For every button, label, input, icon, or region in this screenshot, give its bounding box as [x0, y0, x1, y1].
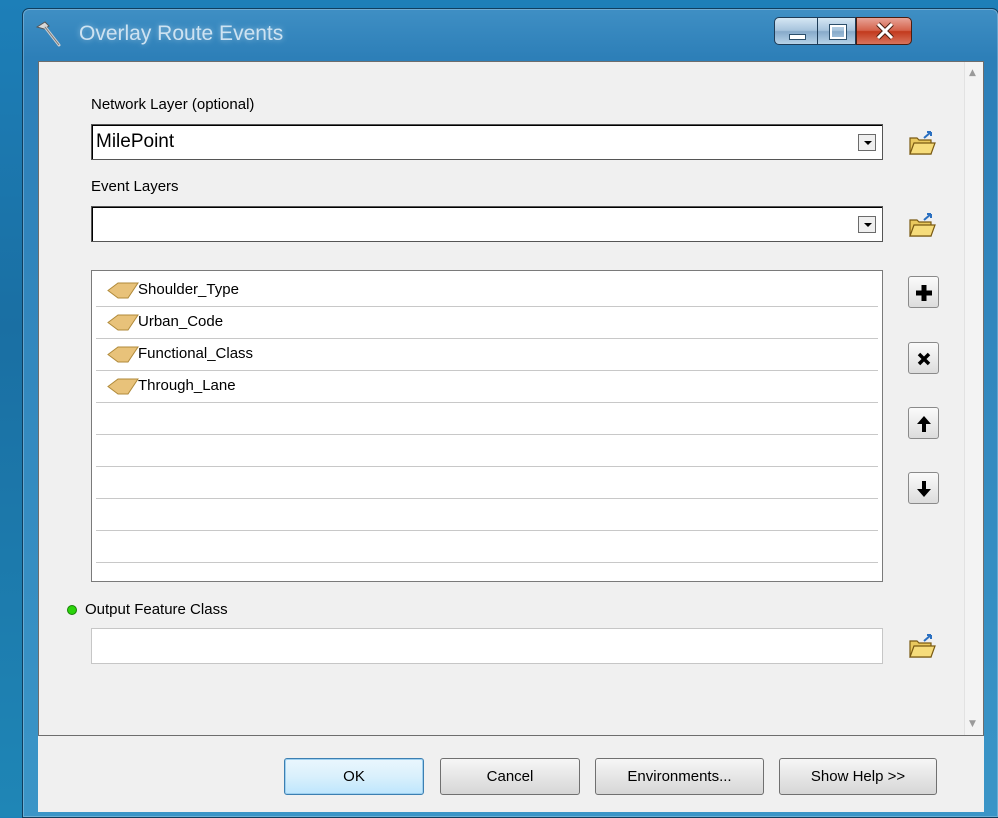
required-indicator-icon	[67, 605, 77, 615]
hammer-icon	[35, 21, 61, 47]
list-item-label: Shoulder_Type	[138, 281, 239, 298]
empty-list-row	[96, 435, 878, 467]
minimize-icon	[789, 34, 806, 40]
list-item-label: Functional_Class	[138, 345, 254, 362]
empty-list-row	[96, 563, 878, 581]
arrow-up-icon	[917, 416, 931, 432]
ok-button[interactable]: OK	[284, 758, 424, 795]
list-item[interactable]: Functional_Class	[96, 339, 878, 371]
empty-list-row	[96, 531, 878, 563]
browse-folder-icon[interactable]	[907, 129, 937, 159]
scroll-down-icon[interactable]: ▼	[969, 719, 976, 729]
event-layers-combobox[interactable]	[91, 206, 883, 242]
remove-layer-button[interactable]	[908, 342, 939, 374]
maximize-icon	[829, 24, 847, 40]
network-layer-value: MilePoint	[96, 131, 175, 152]
event-layers-label: Event Layers	[91, 178, 179, 195]
move-down-button[interactable]	[908, 472, 939, 504]
vertical-scrollbar[interactable]: ▲ ▼	[964, 62, 983, 735]
move-up-button[interactable]	[908, 407, 939, 439]
network-layer-combobox[interactable]: MilePoint	[91, 124, 883, 160]
parameters-panel: ▲ ▼ Network Layer (optional) MilePoint E…	[38, 61, 984, 736]
window-controls	[774, 17, 994, 47]
show-help-button[interactable]: Show Help >>	[779, 758, 937, 795]
list-item-label: Urban_Code	[138, 313, 224, 330]
close-icon	[876, 22, 894, 40]
browse-folder-icon[interactable]	[907, 632, 937, 662]
list-item-label: Through_Lane	[138, 377, 236, 394]
list-item[interactable]: Shoulder_Type	[96, 275, 878, 307]
output-feature-class-input[interactable]	[91, 628, 883, 664]
dialog-button-bar: OK Cancel Environments... Show Help >>	[38, 736, 984, 812]
layer-diamond-icon	[107, 378, 139, 395]
layer-diamond-icon	[107, 282, 139, 299]
empty-list-row	[96, 499, 878, 531]
chevron-down-icon[interactable]	[858, 216, 876, 233]
layer-diamond-icon	[107, 314, 139, 331]
minimize-button[interactable]	[774, 17, 818, 45]
arrow-down-icon	[917, 481, 931, 497]
plus-icon	[916, 285, 932, 301]
chevron-down-icon[interactable]	[858, 134, 876, 151]
event-layers-list[interactable]: Shoulder_Type Urban_Code Functional_Clas…	[91, 270, 883, 582]
layer-diamond-icon	[107, 346, 139, 363]
window-title: Overlay Route Events	[79, 22, 284, 45]
cancel-button[interactable]: Cancel	[440, 758, 580, 795]
maximize-button[interactable]	[818, 17, 856, 45]
browse-folder-icon[interactable]	[907, 211, 937, 241]
environments-button[interactable]: Environments...	[595, 758, 764, 795]
close-button[interactable]	[856, 17, 912, 45]
list-item[interactable]: Through_Lane	[96, 371, 878, 403]
output-feature-class-label: Output Feature Class	[85, 601, 228, 618]
empty-list-row	[96, 467, 878, 499]
network-layer-label: Network Layer (optional)	[91, 96, 255, 113]
list-item[interactable]: Urban_Code	[96, 307, 878, 339]
tool-dialog-window: Overlay Route Events ▲ ▼ Network Layer (…	[22, 8, 998, 818]
empty-list-row	[96, 403, 878, 435]
delete-x-icon	[917, 352, 931, 366]
scroll-up-icon[interactable]: ▲	[969, 68, 976, 78]
add-layer-button[interactable]	[908, 276, 939, 308]
